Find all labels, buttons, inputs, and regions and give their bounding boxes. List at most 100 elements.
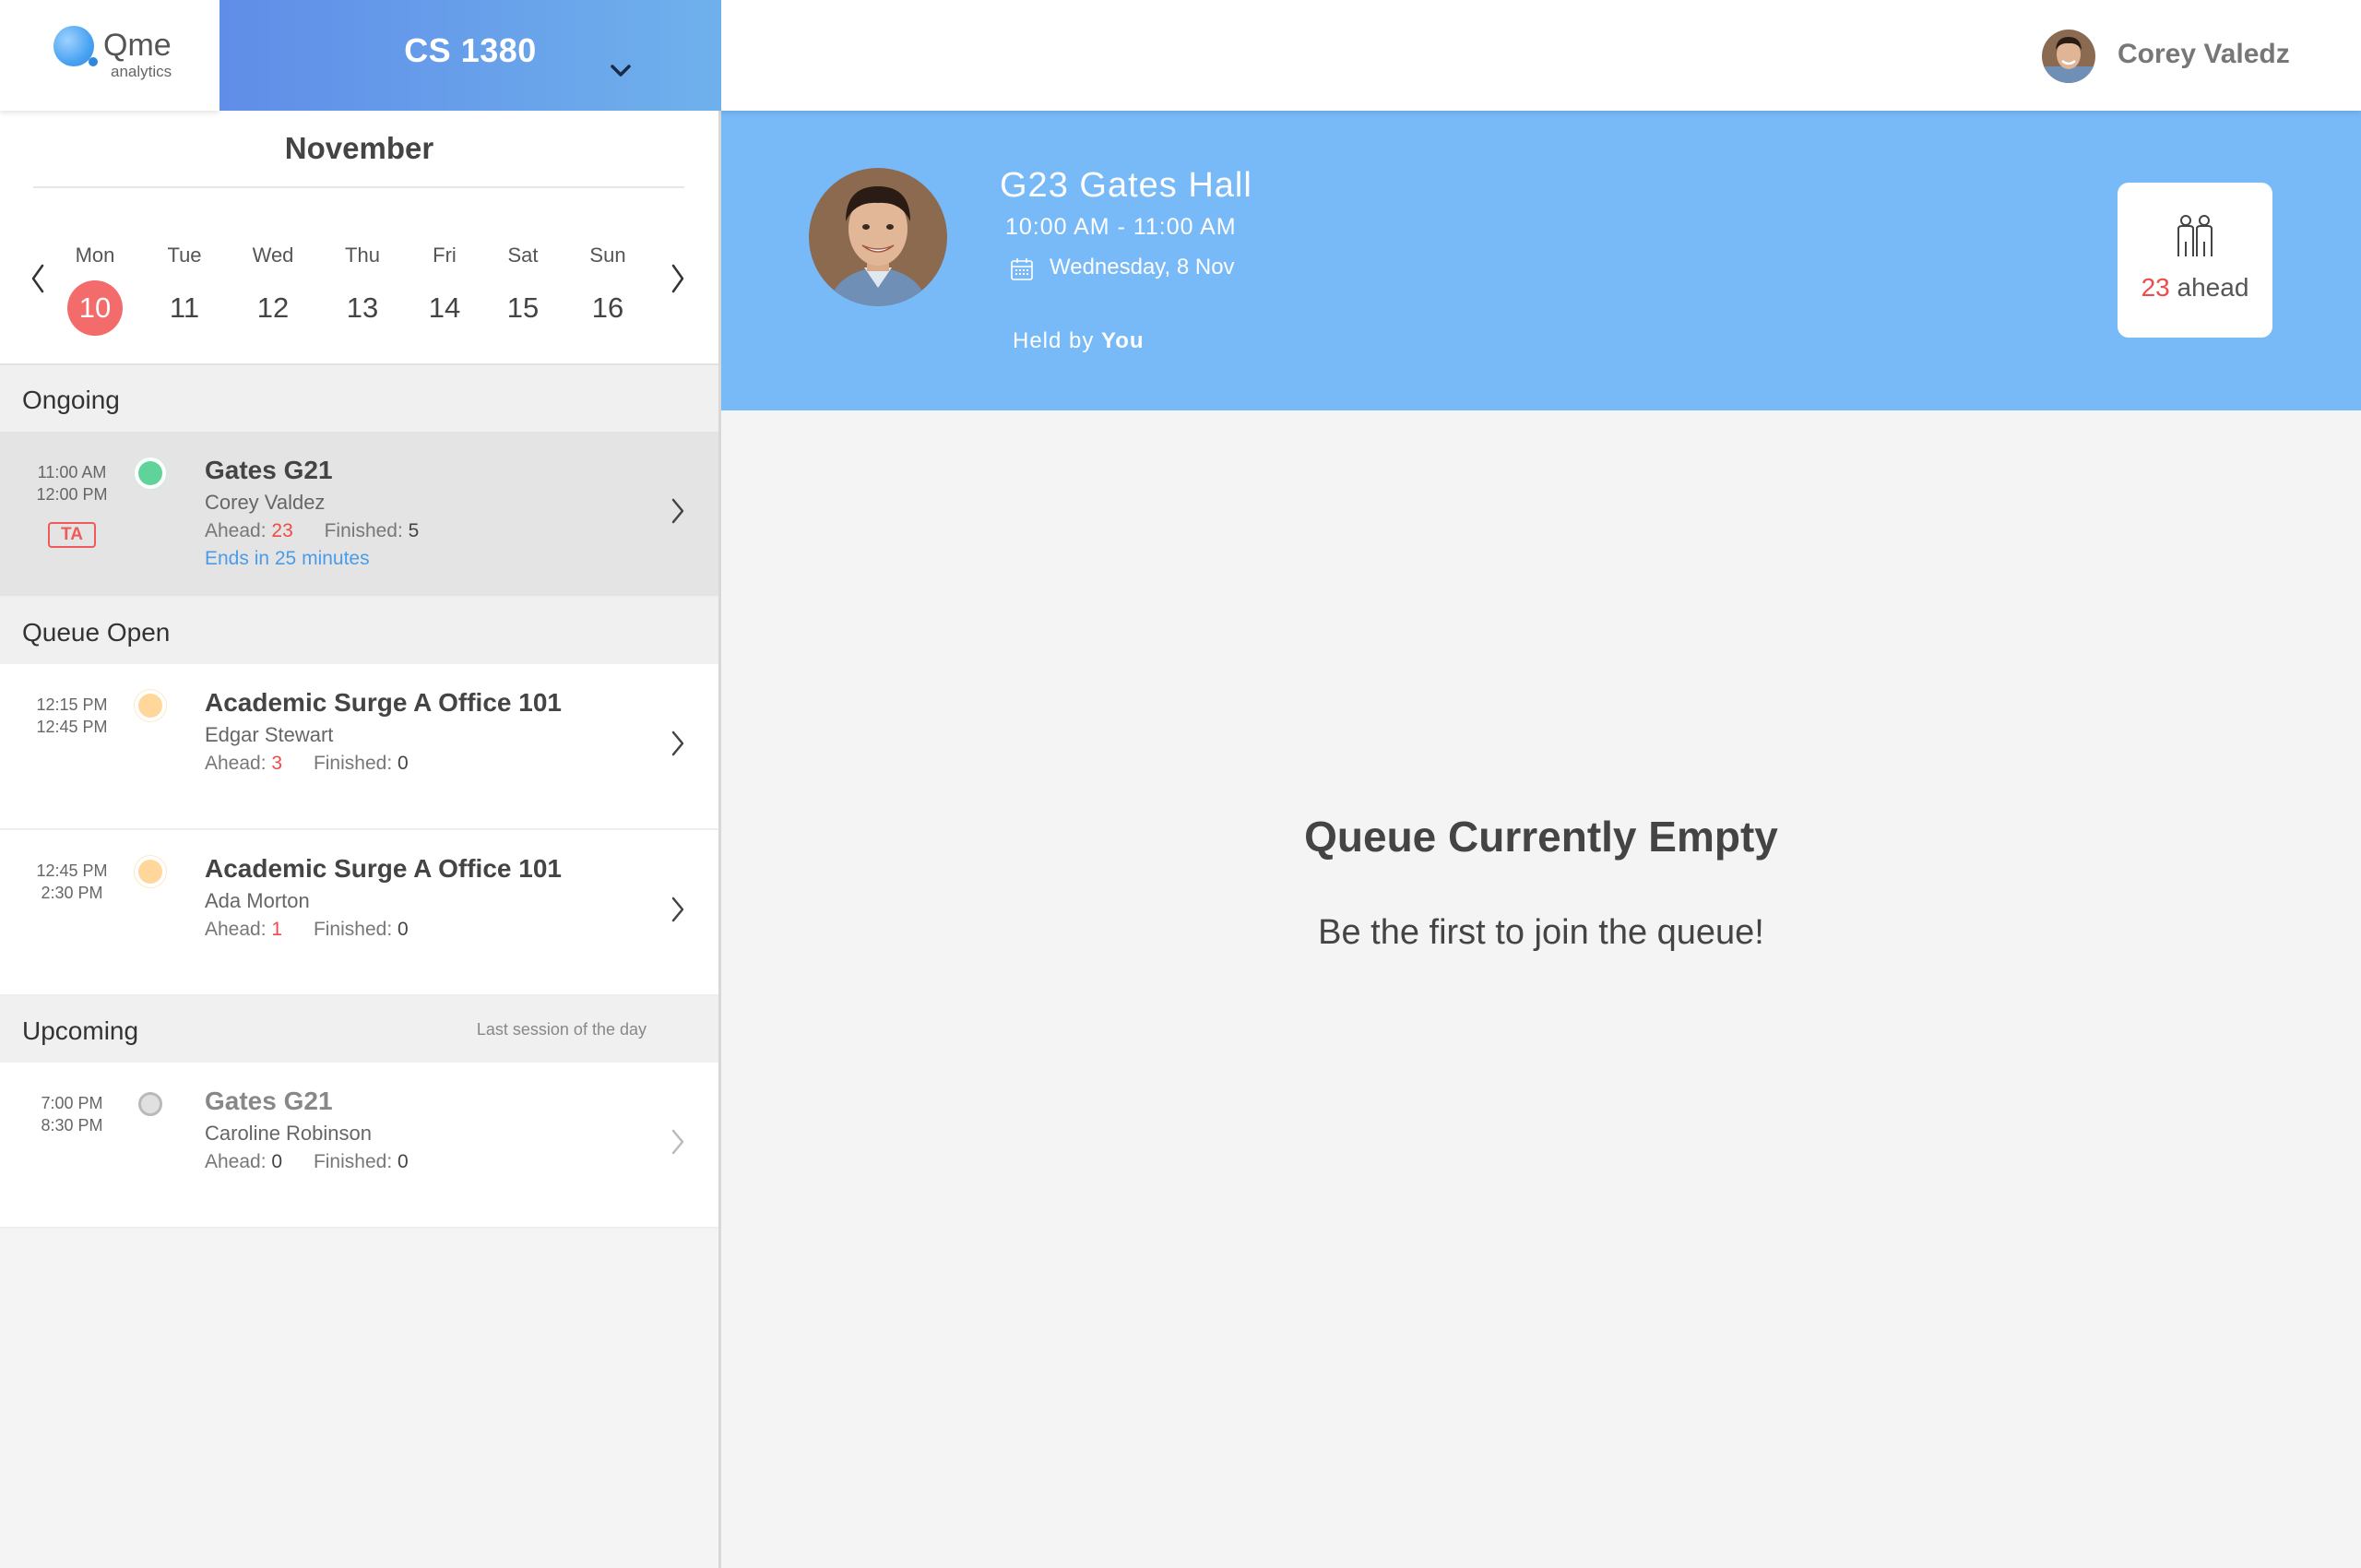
- session-title: Gates G21: [205, 1087, 333, 1115]
- day-sun[interactable]: Sun 16: [566, 244, 649, 336]
- ahead-number: 23: [2141, 273, 2170, 302]
- session-date: Wednesday, 8 Nov: [1050, 255, 1235, 279]
- session-stats: Ahead: 3 Finished: 0: [205, 753, 409, 775]
- day-name: Sat: [507, 244, 539, 267]
- day-number: 15: [506, 291, 540, 324]
- session-times: 12:45 PM 2:30 PM: [35, 860, 109, 904]
- session-item-queue-open[interactable]: 12:45 PM 2:30 PM Academic Surge A Office…: [0, 830, 718, 996]
- session-end: 12:00 PM: [36, 485, 108, 504]
- session-times: 7:00 PM 8:30 PM: [35, 1092, 109, 1136]
- day-wed[interactable]: Wed 12: [231, 244, 314, 336]
- top-bar: Corey Valedz: [721, 0, 2361, 111]
- divider: [33, 186, 684, 188]
- status-dot-ongoing: [138, 461, 162, 485]
- chevron-right-icon[interactable]: [664, 1123, 692, 1160]
- session-start: 12:45 PM: [36, 861, 108, 880]
- chevron-right-icon[interactable]: [664, 725, 692, 762]
- logo-mark-dot: [89, 57, 98, 66]
- day-name: Thu: [345, 244, 380, 267]
- finished-label: Finished:: [313, 753, 393, 774]
- held-by-name: You: [1101, 328, 1145, 353]
- section-queue-open: Queue Open: [0, 598, 718, 664]
- finished-label: Finished:: [313, 919, 393, 940]
- finished-label: Finished:: [324, 520, 403, 541]
- people-icon: [2177, 215, 2213, 256]
- ahead-label: Ahead:: [205, 753, 267, 774]
- section-ongoing: Ongoing: [0, 365, 718, 432]
- day-number: 13: [346, 291, 379, 324]
- chevron-right-icon[interactable]: [660, 258, 694, 299]
- session-end: 12:45 PM: [36, 718, 108, 736]
- empty-state-subtitle: Be the first to join the queue!: [1318, 913, 1764, 952]
- session-host: Corey Valdez: [205, 491, 326, 514]
- month-title: November: [284, 131, 434, 165]
- session-start: 12:15 PM: [36, 695, 108, 714]
- course-title: CS 1380: [404, 31, 537, 69]
- chevron-right-icon[interactable]: [664, 493, 692, 529]
- day-thu[interactable]: Thu 13: [321, 244, 404, 336]
- session-item-ongoing[interactable]: 11:00 AM 12:00 PM TA Gates G21 Corey Val…: [0, 432, 718, 598]
- course-selector[interactable]: CS 1380: [219, 0, 721, 111]
- session-host: Caroline Robinson: [205, 1122, 372, 1145]
- finished-count: 0: [397, 753, 409, 774]
- session-item-upcoming[interactable]: 7:00 PM 8:30 PM Gates G21 Caroline Robin…: [0, 1063, 718, 1229]
- ahead-word: ahead: [2177, 273, 2249, 302]
- session-time: 10:00 AM - 11:00 AM: [1005, 214, 1237, 240]
- session-host: Ada Morton: [205, 889, 310, 912]
- sessions-sidebar: November Mon 10 Tue 11 Wed 12 Thu 13 Fri…: [0, 111, 721, 1568]
- logo[interactable]: Qme analytics: [0, 0, 219, 111]
- session-host: Edgar Stewart: [205, 723, 334, 746]
- ahead-count: 3: [271, 753, 283, 774]
- chevron-right-icon[interactable]: [664, 891, 692, 928]
- day-tue[interactable]: Tue 11: [143, 244, 226, 336]
- day-sat[interactable]: Sat 15: [481, 244, 564, 336]
- empty-state-title: Queue Currently Empty: [1304, 813, 1778, 861]
- day-name: Mon: [75, 244, 115, 267]
- day-mon[interactable]: Mon 10: [53, 244, 136, 336]
- session-item-queue-open[interactable]: 12:15 PM 12:45 PM Academic Surge A Offic…: [0, 664, 718, 830]
- ahead-label: Ahead:: [205, 520, 267, 541]
- chevron-left-icon[interactable]: [22, 258, 55, 299]
- held-by-prefix: Held by: [1013, 328, 1095, 353]
- status-dot-queue-open: [138, 860, 162, 884]
- section-title: Upcoming: [22, 1016, 139, 1045]
- session-stats: Ahead: 0 Finished: 0: [205, 1151, 409, 1173]
- ahead-label: Ahead:: [205, 1151, 267, 1172]
- day-number: 12: [256, 291, 290, 324]
- chevron-down-icon[interactable]: [607, 57, 635, 85]
- section-note: Last session of the day: [476, 1020, 647, 1039]
- finished-count: 0: [397, 919, 409, 940]
- session-stats: Ahead: 1 Finished: 0: [205, 919, 409, 941]
- session-title: Academic Surge A Office 101: [205, 854, 562, 883]
- day-fri[interactable]: Fri 14: [403, 244, 486, 336]
- day-name: Wed: [252, 244, 294, 267]
- user-avatar[interactable]: [2042, 30, 2095, 83]
- finished-count: 0: [397, 1151, 409, 1172]
- section-title: Ongoing: [22, 386, 120, 414]
- session-title: Gates G21: [205, 456, 333, 484]
- held-by: Held by You: [1013, 328, 1145, 354]
- day-number: 16: [591, 291, 624, 324]
- session-ends-in: Ends in 25 minutes: [205, 548, 370, 569]
- finished-count: 5: [408, 520, 420, 541]
- day-name: Sun: [589, 244, 626, 267]
- session-title: Academic Surge A Office 101: [205, 688, 562, 717]
- ahead-count-card: 23 ahead: [2118, 183, 2272, 338]
- status-dot-queue-open: [138, 694, 162, 718]
- logo-word: Qme: [103, 28, 172, 63]
- session-stats: Ahead: 23 Finished: 5: [205, 520, 419, 542]
- session-end: 8:30 PM: [41, 1116, 103, 1134]
- session-times: 11:00 AM 12:00 PM: [35, 461, 109, 505]
- ahead-count: 0: [271, 1151, 283, 1172]
- day-number: 11: [169, 291, 200, 324]
- ta-badge: TA: [48, 522, 96, 548]
- app-root: Qme analytics CS 1380 Corey Valedz Novem…: [0, 0, 2361, 1568]
- user-name[interactable]: Corey Valedz: [2118, 39, 2290, 70]
- week-calendar: November Mon 10 Tue 11 Wed 12 Thu 13 Fri…: [0, 111, 718, 365]
- day-number-selected: 10: [67, 280, 123, 336]
- ahead-label: Ahead:: [205, 919, 267, 940]
- status-dot-upcoming: [138, 1092, 162, 1116]
- session-header: G23 Gates Hall 10:00 AM - 11:00 AM Wedne…: [721, 111, 2361, 410]
- session-times: 12:15 PM 12:45 PM: [35, 694, 109, 738]
- logo-sub: analytics: [111, 63, 172, 80]
